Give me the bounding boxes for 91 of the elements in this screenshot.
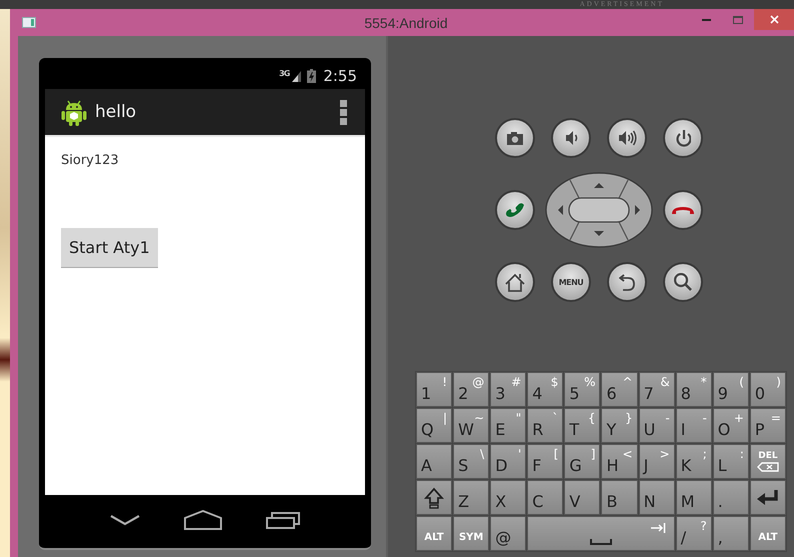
- keyboard-key[interactable]: X: [490, 480, 526, 515]
- home-icon: [505, 272, 525, 292]
- close-button[interactable]: [754, 9, 794, 30]
- tab-arrow-icon: [650, 523, 666, 533]
- text-label: Siory123: [61, 153, 119, 168]
- volume-down-icon: [564, 130, 578, 146]
- keyboard-key[interactable]: L :: [712, 444, 749, 479]
- maximize-icon: [733, 16, 743, 24]
- battery-icon: [307, 68, 316, 82]
- keyboard-key[interactable]: N: [638, 480, 675, 515]
- app-icon: [22, 17, 36, 28]
- backspace-icon: [756, 462, 779, 472]
- home-icon[interactable]: [184, 510, 222, 530]
- keyboard-key[interactable]: [527, 516, 675, 551]
- keyboard-key[interactable]: D ': [490, 444, 526, 479]
- power-button[interactable]: [663, 118, 703, 158]
- home-button[interactable]: [495, 262, 535, 302]
- keyboard-key[interactable]: 4 $: [527, 372, 564, 407]
- menu-button[interactable]: MENU: [551, 262, 591, 302]
- keyboard-key[interactable]: ALT: [416, 516, 452, 551]
- keyboard-key[interactable]: .: [712, 480, 749, 515]
- keyboard-key[interactable]: I -: [676, 408, 712, 443]
- call-icon: [505, 202, 525, 218]
- keyboard-key[interactable]: R `: [527, 408, 564, 443]
- back-icon: [619, 274, 635, 290]
- keyboard-key[interactable]: A: [416, 444, 452, 479]
- camera-icon: [506, 130, 524, 146]
- keyboard-key[interactable]: ,: [712, 516, 749, 551]
- keyboard-key[interactable]: B: [601, 480, 638, 515]
- volume-up-button[interactable]: [607, 118, 647, 158]
- keyboard-key[interactable]: 9 (: [712, 372, 749, 407]
- keyboard-key[interactable]: G ]: [564, 444, 600, 479]
- keyboard-key[interactable]: 3 #: [490, 372, 526, 407]
- end-call-icon: [671, 206, 695, 214]
- keyboard-key[interactable]: 8 *: [676, 372, 712, 407]
- keyboard-key[interactable]: C: [527, 480, 564, 515]
- shift-icon: [424, 486, 444, 508]
- keyboard-key[interactable]: W ~: [453, 408, 490, 443]
- keyboard-key[interactable]: K ;: [676, 444, 712, 479]
- keyboard-key[interactable]: DEL: [750, 444, 786, 479]
- keyboard-key[interactable]: 0 ): [750, 372, 786, 407]
- keyboard-key[interactable]: 6 ^: [601, 372, 638, 407]
- directional-pad[interactable]: [545, 172, 653, 248]
- keyboard-key[interactable]: E ": [490, 408, 526, 443]
- volume-down-button[interactable]: [551, 118, 591, 158]
- keyboard-key[interactable]: / ?: [676, 516, 712, 551]
- window-title: 5554:Android: [364, 14, 448, 30]
- keyboard-key[interactable]: Z: [453, 480, 490, 515]
- camera-button[interactable]: [495, 118, 535, 158]
- keyboard-key[interactable]: [750, 480, 786, 515]
- keyboard-key[interactable]: T {: [564, 408, 600, 443]
- keyboard-key[interactable]: Y }: [601, 408, 638, 443]
- overflow-menu-icon[interactable]: [340, 100, 347, 124]
- search-button[interactable]: [663, 262, 703, 302]
- recent-apps-icon[interactable]: [266, 510, 300, 528]
- keyboard-key[interactable]: Q |: [416, 408, 452, 443]
- keyboard-key[interactable]: 1 !: [416, 372, 452, 407]
- keyboard-key[interactable]: SYM: [453, 516, 490, 551]
- back-chevron-icon[interactable]: [110, 514, 140, 526]
- close-icon: [770, 15, 778, 24]
- keyboard-key[interactable]: ALT: [750, 516, 786, 551]
- back-button[interactable]: [607, 262, 647, 302]
- keyboard-key[interactable]: 7 &: [638, 372, 675, 407]
- keyboard-key[interactable]: P =: [750, 408, 786, 443]
- keyboard-key[interactable]: 2 @: [453, 372, 490, 407]
- start-button[interactable]: Start Aty1: [61, 228, 158, 268]
- keyboard-key[interactable]: H <: [601, 444, 638, 479]
- signal-icon: [292, 70, 302, 82]
- keyboard-key[interactable]: F [: [527, 444, 564, 479]
- keyboard-key[interactable]: J >: [638, 444, 675, 479]
- app-title: hello: [95, 102, 136, 122]
- keyboard-key[interactable]: @: [490, 516, 526, 551]
- status-time: 2:55: [323, 66, 357, 84]
- power-icon: [676, 129, 690, 147]
- keyboard-key[interactable]: M: [676, 480, 712, 515]
- keyboard-key[interactable]: O +: [712, 408, 749, 443]
- call-button[interactable]: [495, 190, 535, 230]
- keyboard-key[interactable]: V: [564, 480, 600, 515]
- enter-icon: [756, 488, 780, 506]
- space-bar-icon: [590, 539, 612, 545]
- search-icon: [674, 273, 692, 291]
- keyboard-key[interactable]: U -: [638, 408, 675, 443]
- end-call-button[interactable]: [663, 190, 703, 230]
- keyboard-key[interactable]: 5 %: [564, 372, 600, 407]
- network-label: 3G: [279, 69, 290, 78]
- keyboard-key[interactable]: S \: [453, 444, 490, 479]
- android-icon: [61, 98, 87, 126]
- delete-label: DEL: [758, 451, 778, 461]
- minimize-icon: [702, 18, 710, 21]
- volume-up-icon: [618, 130, 636, 146]
- keyboard-key[interactable]: [416, 480, 452, 515]
